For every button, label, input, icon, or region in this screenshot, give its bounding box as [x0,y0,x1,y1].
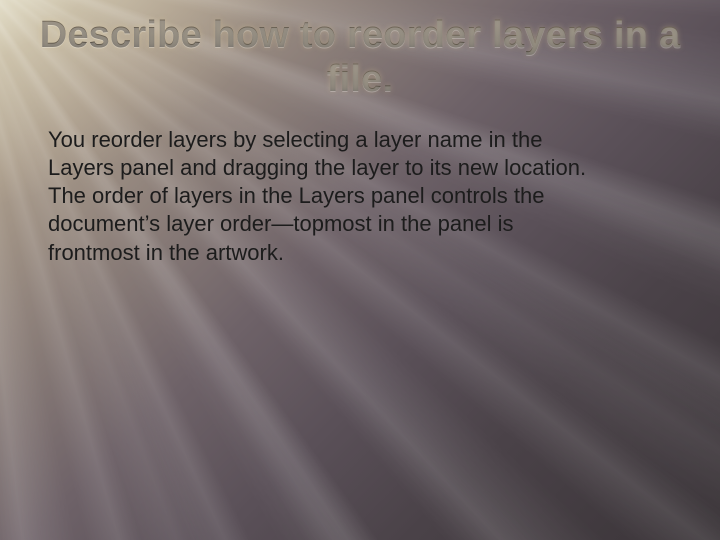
slide-title: Describe how to reorder layers in a file… [28,14,692,101]
slide-title-text: Describe how to reorder layers in a file… [40,14,681,100]
slide-body-text: You reorder layers by selecting a layer … [48,126,608,267]
slide: Describe how to reorder layers in a file… [0,0,720,540]
